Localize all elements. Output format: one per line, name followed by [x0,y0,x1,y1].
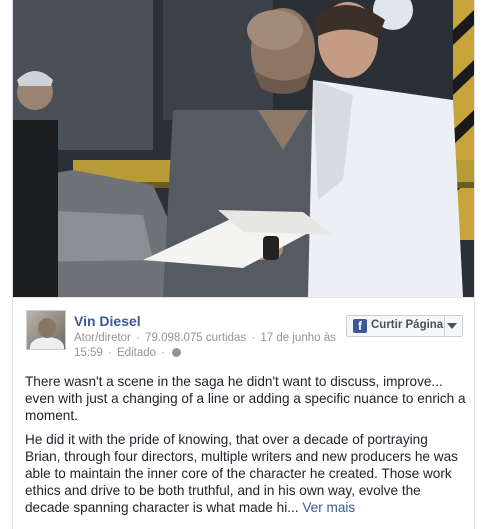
like-page-button[interactable]: f Curtir Página [346,315,463,337]
post-header: Vin Diesel Ator/diretor · 79.098.075 cur… [13,297,474,366]
page-avatar[interactable] [26,310,66,350]
page-category: Ator/diretor [74,332,131,344]
post-photo[interactable] [13,0,474,297]
avatar-head [38,318,56,338]
chevron-down-icon[interactable] [447,323,457,329]
post-paragraph-2: He did it with the pride of knowing, tha… [25,431,467,516]
photo-scene [13,0,474,297]
post-card: Vin Diesel Ator/diretor · 79.098.075 cur… [12,0,475,529]
post-meta: Ator/diretor · 79.098.075 curtidas · 17 … [74,332,336,359]
post-paragraph-text: He did it with the pride of knowing, tha… [25,432,458,515]
post-paragraph: There wasn't a scene in the saga he didn… [25,374,466,423]
see-more-link[interactable]: Ver mais [302,500,355,515]
facebook-icon: f [353,319,367,333]
like-page-main[interactable]: f Curtir Página [347,316,445,336]
page-likes: 79.098.075 curtidas [145,332,247,344]
edited-label[interactable]: Editado [117,347,156,359]
post-body: There wasn't a scene in the saga he didn… [25,373,467,523]
page-name-link[interactable]: Vin Diesel [74,313,141,329]
like-page-label: Curtir Página [371,319,444,331]
globe-icon[interactable] [172,348,182,357]
avatar-shoulders [30,337,64,349]
